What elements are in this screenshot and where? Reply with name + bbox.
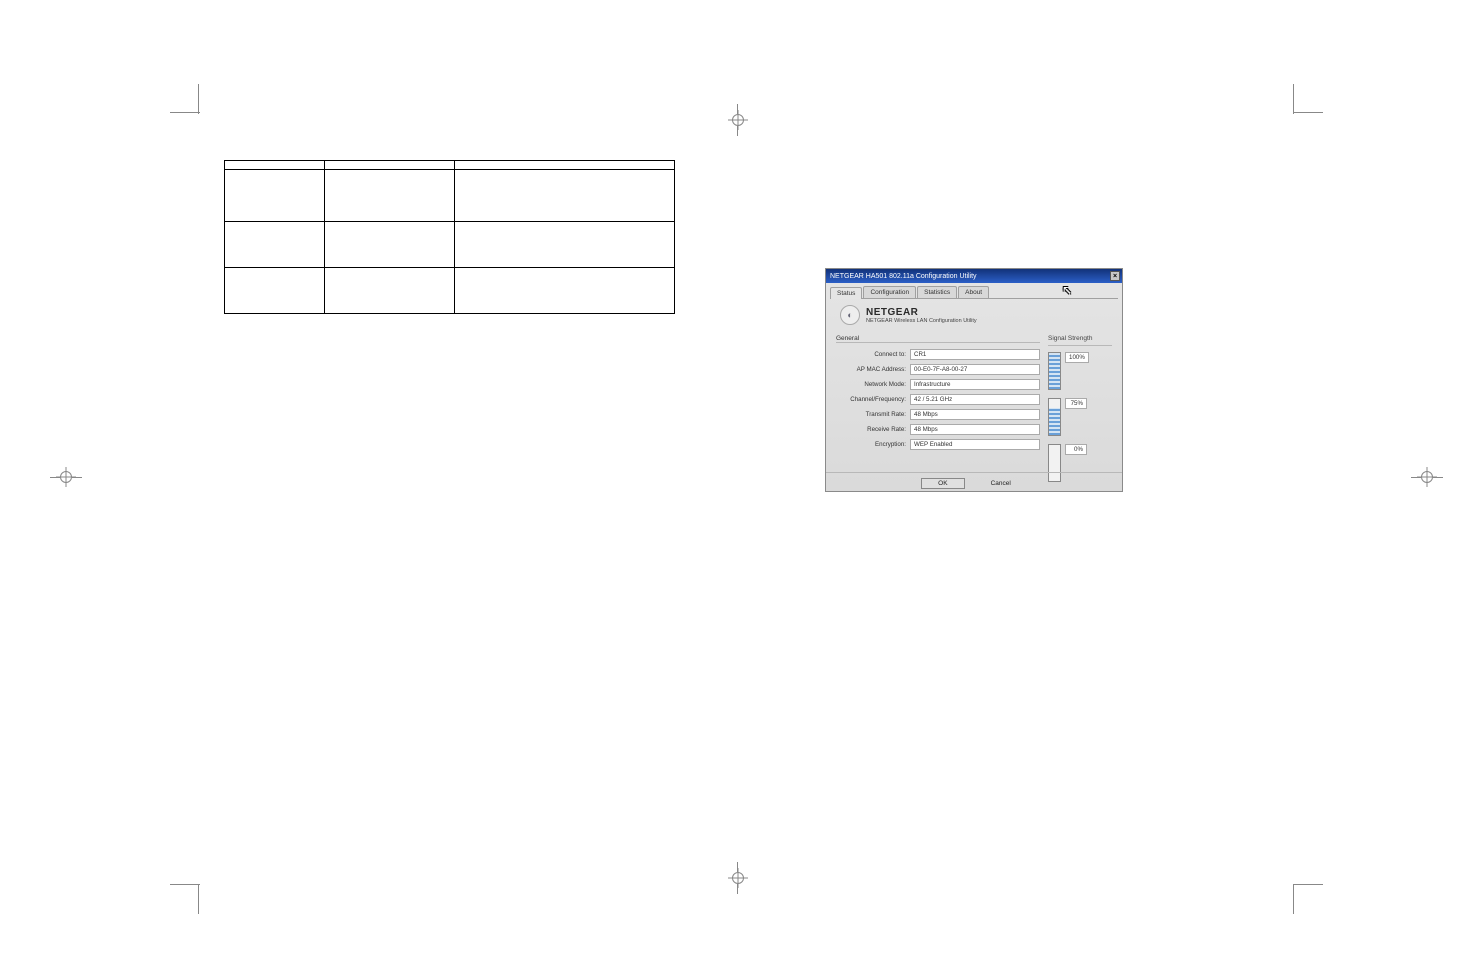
dialog-button-row: OK Cancel xyxy=(826,472,1122,489)
field-connect-to: Connect to: CR1 xyxy=(836,349,1040,360)
receive-rate-value: 48 Mbps xyxy=(910,424,1040,435)
registration-mark xyxy=(732,104,744,136)
field-network-mode: Network Mode: Infrastructure xyxy=(836,379,1040,390)
crop-mark xyxy=(1293,884,1323,886)
tab-status[interactable]: Status xyxy=(830,287,862,299)
channel-freq-value: 42 / 5.21 GHz xyxy=(910,394,1040,405)
tab-about[interactable]: About xyxy=(958,286,989,298)
crop-mark xyxy=(198,884,200,914)
cancel-button[interactable]: Cancel xyxy=(975,478,1027,489)
registration-mark xyxy=(50,471,82,483)
field-transmit-rate: Transmit Rate: 48 Mbps xyxy=(836,409,1040,420)
crop-mark xyxy=(170,884,200,886)
network-mode-value: Infrastructure xyxy=(910,379,1040,390)
encryption-value: WEP Enabled xyxy=(910,439,1040,450)
brand-subtitle: NETGEAR Wireless LAN Configuration Utili… xyxy=(866,318,977,324)
field-channel-freq: Channel/Frequency: 42 / 5.21 GHz xyxy=(836,394,1040,405)
ok-button[interactable]: OK xyxy=(921,478,964,489)
close-icon[interactable]: × xyxy=(1110,271,1120,281)
dialog-title: NETGEAR HA501 802.11a Configuration Util… xyxy=(830,273,977,280)
brand-name: NETGEAR xyxy=(866,307,977,318)
field-encryption: Encryption: WEP Enabled xyxy=(836,439,1040,450)
field-receive-rate: Receive Rate: 48 Mbps xyxy=(836,424,1040,435)
tab-statistics[interactable]: Statistics xyxy=(917,286,957,298)
signal-percent-2: 75% xyxy=(1065,398,1087,409)
dialog-titlebar: NETGEAR HA501 802.11a Configuration Util… xyxy=(826,269,1122,283)
configuration-dialog: NETGEAR HA501 802.11a Configuration Util… xyxy=(825,268,1123,492)
signal-bar-2 xyxy=(1048,398,1061,436)
tab-strip: Status Configuration Statistics About xyxy=(826,283,1122,298)
crop-mark xyxy=(1293,884,1295,914)
signal-percent-1: 100% xyxy=(1065,352,1089,363)
signal-strength-group: Signal Strength 100% 75% 0% xyxy=(1048,331,1112,490)
field-ap-mac: AP MAC Address: 00-E0-7F-A8-00-27 xyxy=(836,364,1040,375)
connect-to-value: CR1 xyxy=(910,349,1040,360)
registration-mark xyxy=(1411,471,1443,483)
general-legend: General xyxy=(836,335,1040,342)
transmit-rate-value: 48 Mbps xyxy=(910,409,1040,420)
document-table xyxy=(224,160,675,314)
general-group: General Connect to: CR1 AP MAC Address: … xyxy=(836,331,1040,490)
brand-row: ◐ NETGEAR NETGEAR Wireless LAN Configura… xyxy=(826,299,1122,329)
signal-percent-3: 0% xyxy=(1065,444,1087,455)
crop-mark xyxy=(1293,84,1295,114)
crop-mark xyxy=(170,112,200,114)
crop-mark xyxy=(1293,112,1323,114)
tab-configuration[interactable]: Configuration xyxy=(863,286,916,298)
ap-mac-value: 00-E0-7F-A8-00-27 xyxy=(910,364,1040,375)
crop-mark xyxy=(198,84,200,114)
signal-bar-1 xyxy=(1048,352,1061,390)
netgear-logo-icon: ◐ xyxy=(840,305,860,325)
registration-mark xyxy=(732,862,744,894)
